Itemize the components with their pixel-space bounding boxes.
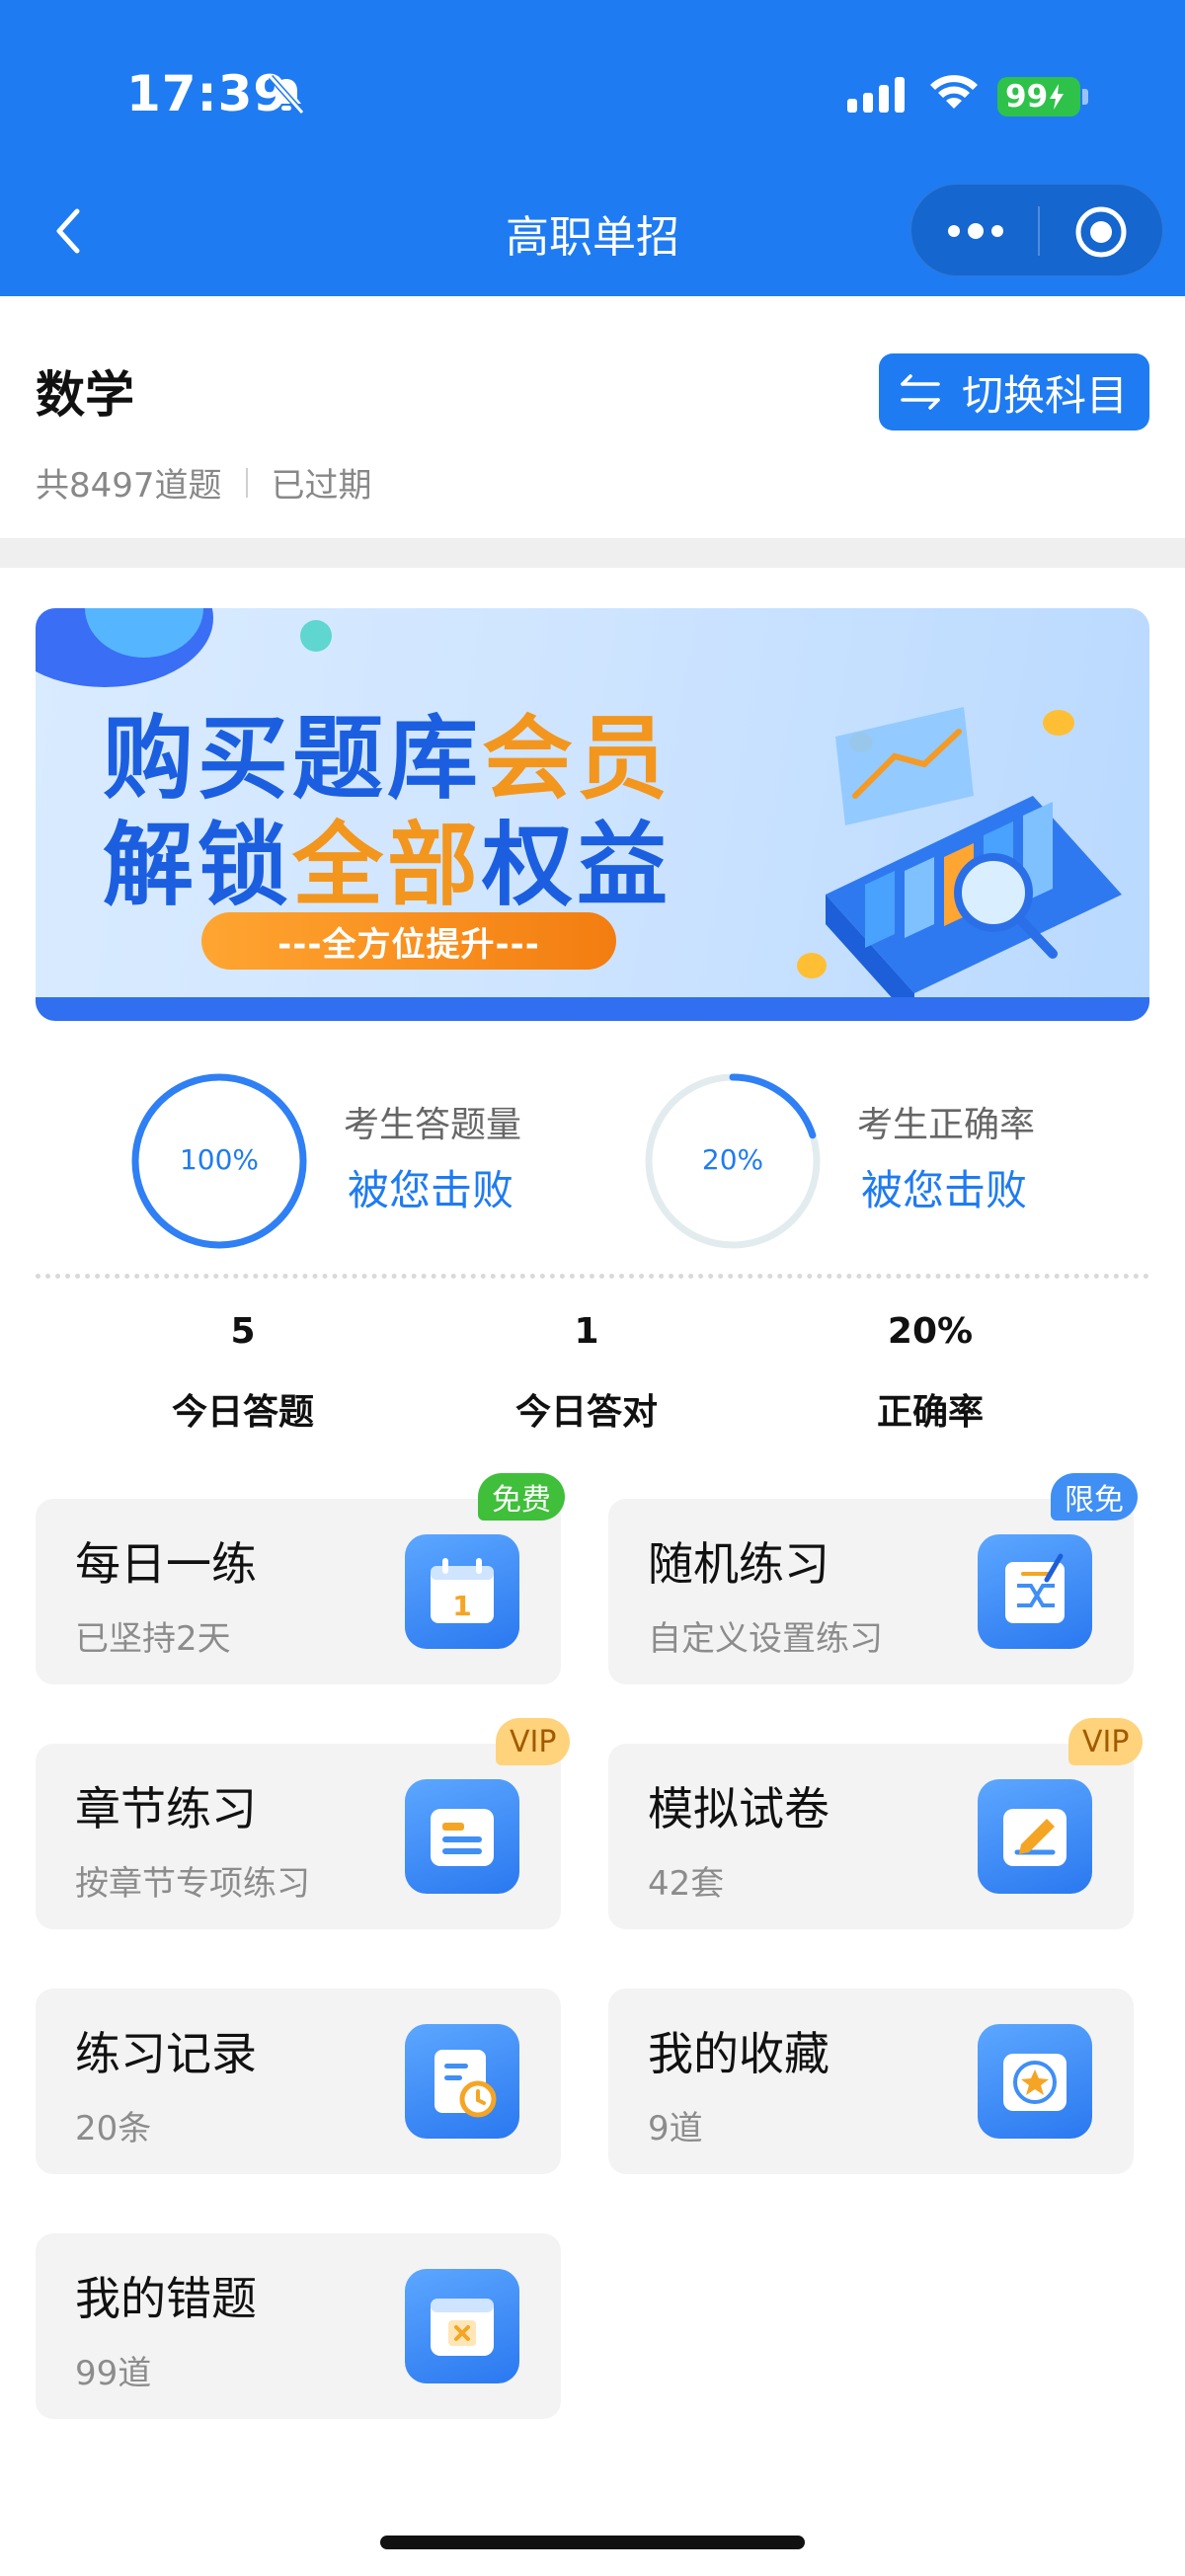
card-subtitle: 自定义设置练习 [648,1619,883,1659]
close-target-icon[interactable] [1073,204,1129,260]
history-icon [405,2024,519,2139]
folder-icon [405,1779,519,1894]
dotted-divider [36,1274,1149,1279]
subscription-status: 已过期 [271,466,372,506]
stat-label: 今日答题 [171,1392,314,1433]
banner-headline-2: 解锁全部权益 [103,792,672,923]
stat-today-correct: 1 今日答对 [438,1311,735,1435]
banner-line2-b: 全部 [292,813,483,918]
card-title: 我的错题 [75,2272,257,2325]
card-subtitle: 99道 [75,2354,152,2393]
card-wrong-questions[interactable]: 我的错题 99道 [36,2233,561,2419]
wrong-icon [405,2269,519,2383]
card-subtitle: 按章节专项练习 [75,1864,310,1904]
banner-line2-a: 解锁 [103,813,293,918]
card-subtitle: 20条 [75,2109,152,2148]
capsule-divider [1038,206,1040,256]
card-title: 章节练习 [75,1782,257,1835]
ring-accuracy: 20% 考生正确率 被您击败 [642,1070,1136,1258]
card-title: 模拟试卷 [648,1782,830,1835]
bell-muted-icon [268,75,305,115]
card-subtitle: 9道 [648,2109,703,2148]
banner-decor-dot [300,620,332,652]
stat-value: 5 [230,1311,256,1352]
card-daily-practice[interactable]: 每日一练 已坚持2天 1 免费 [36,1473,565,1684]
subject-meta: 共8497道题 已过期 [36,458,372,507]
switch-subject-label: 切换科目 [962,370,1129,420]
ring-label: 考生正确率 [857,1105,1036,1145]
exam-pen-icon [978,1779,1092,1894]
shuffle-icon [978,1534,1092,1649]
stat-today-answered: 5 今日答题 [95,1311,391,1435]
charging-bolt-icon [1050,84,1065,110]
card-random-practice[interactable]: 随机练习 自定义设置练习 限免 [608,1473,1138,1684]
signal-icon [847,77,905,113]
stat-value: 20% [887,1311,974,1352]
card-subtitle: 已坚持2天 [75,1619,231,1659]
card-mock-exam[interactable]: 模拟试卷 42套 VIP [608,1718,1144,1929]
stat-label: 今日答对 [514,1392,658,1433]
home-indicator [380,2536,805,2549]
stat-accuracy: 20% 正确率 [782,1311,1078,1435]
stat-value: 1 [574,1311,599,1352]
stat-label: 正确率 [876,1392,984,1433]
more-dots-icon[interactable] [945,214,1006,248]
miniprogram-capsule [910,184,1163,276]
section-divider [0,538,1185,568]
membership-banner[interactable]: 购买题库会员 解锁全部权益 ---全方位提升--- [36,608,1149,1021]
card-title: 我的收藏 [648,2027,830,2080]
battery-level: 99 [1005,79,1049,115]
ring-value: 被您击败 [861,1166,1028,1214]
card-title: 每日一练 [75,1537,257,1591]
ring-label: 考生答题量 [344,1105,522,1145]
battery-cap [1082,89,1088,105]
card-practice-history[interactable]: 练习记录 20条 [36,1989,561,2174]
card-favorites[interactable]: 我的收藏 9道 [608,1989,1134,2174]
star-icon [978,2024,1092,2139]
top-bar: 17:39 99 高职单招 [0,0,1185,296]
tag-vip: VIP [1068,1718,1144,1765]
card-chapter-practice[interactable]: 章节练习 按章节专项练习 VIP [36,1718,571,1929]
card-title: 练习记录 [75,2027,257,2080]
chart-illustration-icon [797,707,1122,1003]
ring-percent: 100% [179,1143,260,1176]
wifi-icon [930,75,978,109]
question-count: 共8497道题 [36,466,222,506]
card-title: 随机练习 [648,1537,830,1591]
card-subtitle: 42套 [648,1864,725,1904]
subject-title: 数学 [36,366,134,424]
ring-value: 被您击败 [348,1166,514,1214]
meta-divider [245,467,248,498]
battery-indicator: 99 [997,77,1080,117]
tag-limited-free: 限免 [1051,1473,1138,1521]
banner-bottom-strip [36,997,1149,1021]
ring-answer-volume: 100% 考生答题量 被您击败 [128,1070,622,1258]
tag-free: 免费 [478,1473,565,1521]
banner-pill: ---全方位提升--- [201,912,616,970]
ring-percent: 20% [701,1143,764,1176]
tag-vip: VIP [496,1718,571,1765]
svg-text:1: 1 [452,1590,471,1622]
swap-arrows-icon [901,374,940,410]
calendar-icon: 1 [405,1534,519,1649]
banner-line2-c: 权益 [482,813,672,918]
switch-subject-button[interactable]: 切换科目 [879,353,1149,430]
